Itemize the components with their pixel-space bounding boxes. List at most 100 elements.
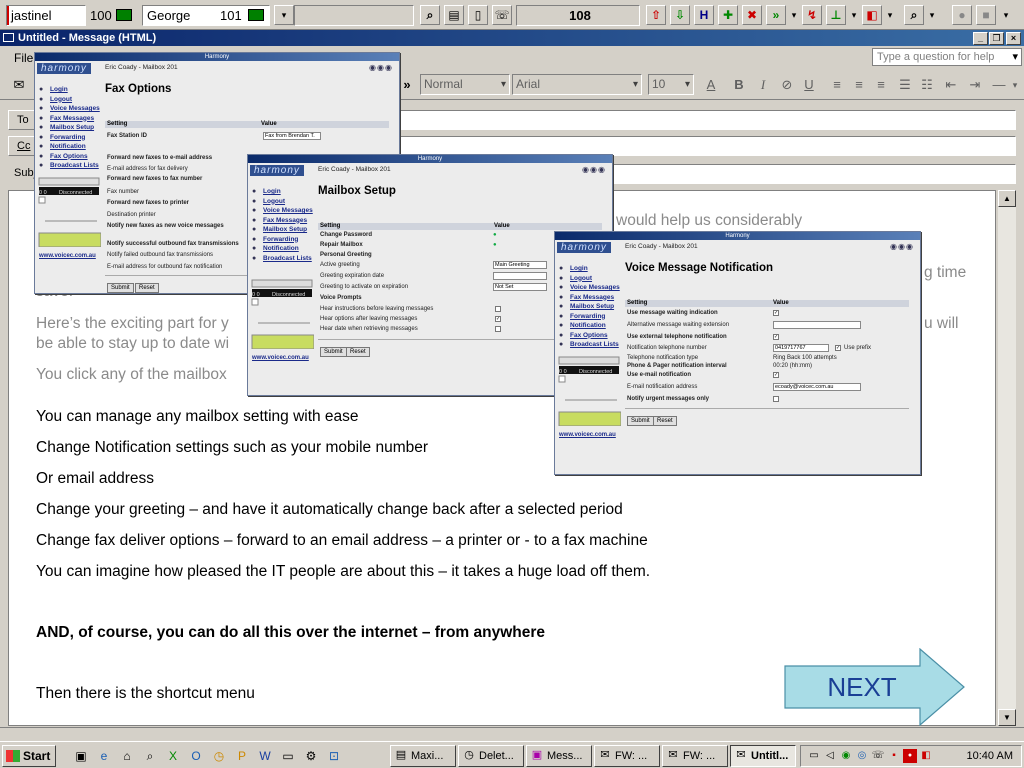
nav-logout[interactable]: Logout	[39, 95, 100, 105]
cancel-icon[interactable]: ✖	[742, 5, 762, 25]
voice-site-link[interactable]: www.voicec.com.au	[559, 432, 616, 438]
nav-notification[interactable]: Notification	[559, 321, 620, 331]
font-size-select[interactable]: 10	[648, 74, 694, 95]
voice-submit-button[interactable]: Submit	[627, 416, 654, 426]
vertical-scrollbar[interactable]: ▲ ▼	[998, 190, 1016, 726]
phone-icon[interactable]: ☏	[492, 5, 512, 25]
nav-broadcast-lists[interactable]: Broadcast Lists	[252, 254, 313, 264]
nav-broadcast-lists[interactable]: Broadcast Lists	[559, 340, 620, 350]
voice-setting-checkbox[interactable]: ✓	[773, 372, 779, 378]
increase-indent-icon[interactable]: ⇥	[966, 76, 984, 94]
excel-icon[interactable]: X	[164, 747, 182, 765]
underline-button[interactable]: U	[800, 76, 818, 94]
voice-setting-checkbox[interactable]: ✓	[773, 310, 779, 316]
voice-prompt-checkbox[interactable]	[495, 326, 501, 332]
word-icon[interactable]: W	[256, 747, 274, 765]
nav-fax-messages[interactable]: Fax Messages	[559, 293, 620, 303]
app-tray-icon[interactable]: ●	[903, 749, 917, 763]
expiration-greeting-select[interactable]: Not Set	[493, 283, 547, 291]
circle-icon[interactable]: ●	[952, 5, 972, 25]
overflow-chevron-icon[interactable]: »	[398, 76, 416, 94]
park-icon[interactable]: ⊥	[826, 5, 846, 25]
hold-icon[interactable]: H	[694, 5, 714, 25]
nav-notification[interactable]: Notification	[252, 244, 313, 254]
align-right-icon[interactable]: ≡	[872, 76, 890, 94]
close-button[interactable]: ×	[1006, 32, 1021, 45]
style-select[interactable]: Normal	[420, 74, 510, 95]
voice-setting-input[interactable]: ecoady@voicec.com.au	[773, 383, 861, 391]
expiration-date-input[interactable]	[493, 272, 547, 280]
monitor-tray-icon[interactable]: ▭	[807, 749, 821, 763]
voice-window-controls-icon[interactable]: ◉◉◉	[890, 242, 914, 251]
nav-login[interactable]: Login	[39, 85, 100, 95]
up-arrow-icon[interactable]: ⇧	[646, 5, 666, 25]
align-left-icon[interactable]: ≡	[828, 76, 846, 94]
active-greeting-select[interactable]: Main Greeting	[493, 261, 547, 269]
app-icon[interactable]: ⊡	[325, 747, 343, 765]
scroll-down-icon[interactable]: ▼	[998, 709, 1016, 726]
fax-station-id-input[interactable]: Fax from Brendan T.	[263, 132, 321, 140]
bullets-icon[interactable]: ☰	[896, 76, 914, 94]
fax-reset-button[interactable]: Reset	[135, 283, 159, 293]
task-maxi[interactable]: ▤ Maxi...	[390, 745, 456, 767]
options-dropdown-icon[interactable]: ▾	[1000, 6, 1012, 24]
fax-window-controls-icon[interactable]: ◉◉◉	[369, 63, 393, 72]
network-icon[interactable]: ⚙	[302, 747, 320, 765]
forward-icon[interactable]: »	[766, 5, 786, 25]
network-tray-icon[interactable]: ◎	[855, 749, 869, 763]
next-button[interactable]: NEXT	[786, 672, 938, 703]
font-select[interactable]: Arial	[512, 74, 642, 95]
task-fw-2[interactable]: ✉ FW: ...	[662, 745, 728, 767]
alert-tray-icon[interactable]: ▪	[887, 749, 901, 763]
use-prefix-checkbox[interactable]: ✓	[835, 345, 841, 351]
nav-fax-options[interactable]: Fax Options	[39, 152, 100, 162]
restore-button[interactable]: ❐	[989, 32, 1004, 45]
nav-mailbox-setup[interactable]: Mailbox Setup	[559, 302, 620, 312]
voice-prompt-checkbox[interactable]	[495, 306, 501, 312]
minimize-button[interactable]: _	[973, 32, 988, 45]
cc-field[interactable]	[400, 136, 1016, 156]
voice-setting-input[interactable]	[773, 321, 861, 329]
italic-button[interactable]: I	[754, 76, 772, 94]
terminal-icon[interactable]: ▭	[279, 747, 297, 765]
nav-forwarding[interactable]: Forwarding	[39, 133, 100, 143]
voice-setting-input[interactable]: 0419717767	[773, 344, 829, 352]
nav-forwarding[interactable]: Forwarding	[252, 235, 313, 245]
format-more-icon[interactable]: ▾	[1006, 76, 1024, 94]
ie-icon[interactable]: e	[95, 747, 113, 765]
search-icon[interactable]: ⌕	[141, 747, 159, 765]
volume-tray-icon[interactable]: ◁	[823, 749, 837, 763]
explorer-icon[interactable]: ⌂	[118, 747, 136, 765]
antivirus-tray-icon[interactable]: ◉	[839, 749, 853, 763]
voice-prompt-checkbox[interactable]: ✓	[495, 316, 501, 322]
park-dropdown-icon[interactable]: ▾	[848, 6, 860, 24]
numbering-icon[interactable]: ☷	[918, 76, 936, 94]
voice-setting-checkbox[interactable]: ✓	[773, 334, 779, 340]
record-icon[interactable]: ◧	[862, 5, 882, 25]
decrease-indent-icon[interactable]: ⇤	[942, 76, 960, 94]
page-icon[interactable]: ▯	[468, 5, 488, 25]
record-tray-icon[interactable]: ◧	[919, 749, 933, 763]
align-center-icon[interactable]: ≡	[850, 76, 868, 94]
nav-fax-messages[interactable]: Fax Messages	[39, 114, 100, 124]
nav-login[interactable]: Login	[559, 264, 620, 274]
font-color-icon[interactable]: A	[702, 76, 720, 94]
attach-icon[interactable]: ⊘	[778, 76, 796, 94]
nav-voice-messages[interactable]: Voice Messages	[39, 104, 100, 114]
send-options-icon[interactable]: ✉	[10, 76, 28, 94]
find-icon[interactable]: ⌕	[904, 5, 924, 25]
record-dropdown-icon[interactable]: ▾	[884, 6, 896, 24]
voice-setting-checkbox[interactable]	[773, 396, 779, 402]
change-password-icon[interactable]: ●	[493, 230, 497, 240]
transfer-icon[interactable]: ✚	[718, 5, 738, 25]
fax-site-link[interactable]: www.voicec.com.au	[39, 253, 96, 259]
phone-tray-icon[interactable]: ☏	[871, 749, 885, 763]
dial-input[interactable]	[294, 5, 414, 26]
scroll-up-icon[interactable]: ▲	[998, 190, 1016, 207]
down-arrow-icon[interactable]: ⇩	[670, 5, 690, 25]
calendar-icon[interactable]: ◷	[210, 747, 228, 765]
nav-mailbox-setup[interactable]: Mailbox Setup	[252, 225, 313, 235]
find-dropdown-icon[interactable]: ▾	[926, 6, 938, 24]
task-delet[interactable]: ◷ Delet...	[458, 745, 524, 767]
help-search-input[interactable]: Type a question for help	[872, 48, 1022, 66]
